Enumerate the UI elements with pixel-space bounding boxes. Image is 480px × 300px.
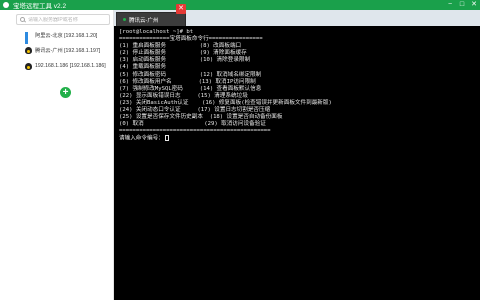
tab-bar: 腾讯云-广州: [114, 10, 480, 26]
terminal-line: (6) 修改面板用户名 (13) 取消IP访问限制: [119, 78, 256, 85]
tab-label: 腾讯云-广州: [129, 17, 159, 24]
server-label: 阿里云-北京 [192.168.1.20]: [35, 32, 98, 39]
close-window-button[interactable]: ✕: [468, 0, 480, 10]
server-item[interactable]: 腾讯云-广州 [192.168.1.197]: [25, 45, 100, 55]
minimize-button[interactable]: −: [444, 0, 456, 10]
terminal-prompt: 请输入命令编号：: [119, 135, 164, 142]
server-label: 腾讯云-广州 [192.168.1.197]: [35, 47, 101, 54]
maximize-button[interactable]: □: [456, 0, 468, 10]
terminal-output: [root@localhost ~]# bt ===============宝塔…: [119, 29, 332, 143]
terminal-line: (5) 修改面板密码 (12) 取消域名绑定限制: [119, 71, 262, 78]
connected-status-icon: [123, 18, 126, 21]
terminal-prompt-line: 请输入命令编号：: [119, 135, 332, 142]
tab-close-button[interactable]: ✕: [176, 4, 186, 14]
terminal-line: (22) 显示面板错误日志 (15) 清理系统垃圾: [119, 92, 248, 99]
server-sidebar: 阿里云-北京 [192.168.1.20] 腾讯云-广州 [192.168.1.…: [0, 10, 114, 300]
server-item[interactable]: 192.168.1.186 [192.168.1.186]: [25, 61, 106, 71]
linux-icon: [25, 62, 32, 70]
terminal-line: (23) 关闭BasicAuth认证 (16) 修复面板(检查错误并更新面板文件…: [119, 99, 332, 106]
terminal-line: ========================================…: [119, 128, 271, 135]
terminal-cursor: [164, 135, 169, 142]
title-bar: 宝塔远程工具 v2.2 − □ ✕: [0, 0, 480, 10]
server-label: 192.168.1.186 [192.168.1.186]: [35, 63, 106, 69]
linux-icon: [25, 46, 32, 54]
terminal[interactable]: [root@localhost ~]# bt ===============宝塔…: [114, 26, 480, 300]
search-icon: [20, 17, 25, 22]
search-box[interactable]: [16, 14, 110, 25]
windows-icon: [25, 31, 32, 44]
terminal-line: (7) 强制修改MySQL密码 (14) 查看面板默认信息: [119, 85, 262, 92]
server-item[interactable]: 阿里云-北京 [192.168.1.20]: [25, 30, 98, 44]
add-server-button[interactable]: +: [60, 87, 71, 98]
terminal-line: (0) 取消 (29) 取消访问设备验证: [119, 121, 266, 128]
tab-server[interactable]: 腾讯云-广州: [116, 12, 186, 26]
terminal-line: (4) 重载面板服务: [119, 64, 167, 71]
app-title: 宝塔远程工具 v2.2: [13, 3, 67, 10]
app-logo-icon: [3, 2, 9, 8]
search-input[interactable]: [28, 16, 109, 23]
